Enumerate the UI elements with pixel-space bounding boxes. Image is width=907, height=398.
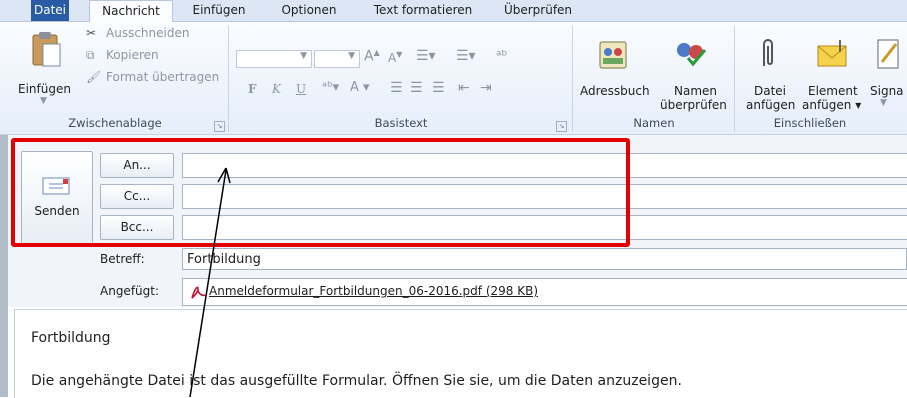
annotation-arrow <box>189 167 231 397</box>
